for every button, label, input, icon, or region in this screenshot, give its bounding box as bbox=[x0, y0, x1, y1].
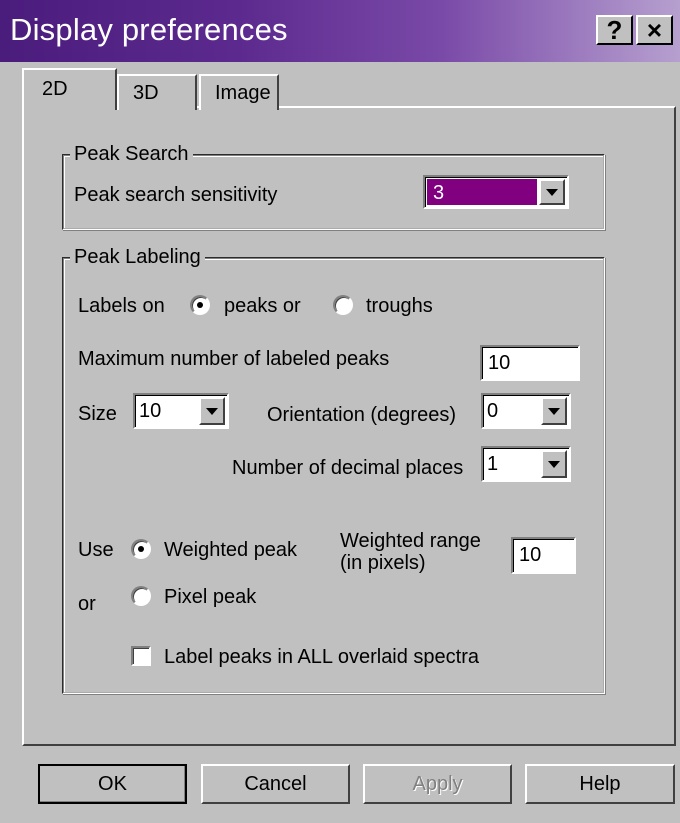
peak-search-sensitivity-select[interactable]: 3 bbox=[423, 175, 569, 209]
size-label: Size bbox=[78, 403, 117, 425]
use-label: Use bbox=[78, 539, 114, 561]
decimal-places-value: 1 bbox=[487, 453, 499, 475]
troughs-radio-label[interactable]: troughs bbox=[366, 294, 433, 318]
peak-search-legend: Peak Search bbox=[70, 143, 193, 165]
help-dialog-button[interactable]: Help bbox=[525, 764, 675, 804]
apply-button[interactable]: Apply bbox=[363, 764, 512, 804]
max-labeled-input[interactable]: 10 bbox=[480, 345, 580, 381]
pixel-peak-label[interactable]: Pixel peak bbox=[164, 585, 256, 609]
tab-2d[interactable]: 2D bbox=[22, 68, 117, 110]
max-labeled-label: Maximum number of labeled peaks bbox=[78, 348, 390, 370]
label-overlaid-checkbox[interactable] bbox=[131, 646, 151, 666]
ok-button[interactable]: OK bbox=[38, 764, 187, 804]
tab-image[interactable]: Image bbox=[199, 74, 279, 110]
weighted-peak-radio[interactable] bbox=[131, 539, 151, 559]
or-label: or bbox=[78, 593, 96, 615]
peaks-radio-label[interactable]: peaks or bbox=[224, 294, 301, 318]
help-button[interactable]: ? bbox=[596, 15, 633, 45]
chevron-down-icon[interactable] bbox=[541, 450, 567, 478]
troughs-radio[interactable] bbox=[333, 295, 353, 315]
pixel-peak-radio[interactable] bbox=[131, 586, 151, 606]
close-button[interactable]: × bbox=[636, 15, 673, 45]
weighted-peak-label[interactable]: Weighted peak bbox=[164, 538, 297, 562]
chevron-down-icon[interactable] bbox=[539, 179, 565, 205]
orientation-value: 0 bbox=[487, 400, 499, 422]
weighted-range-unit-label: (in pixels) bbox=[340, 552, 426, 574]
decimal-places-label: Number of decimal places bbox=[232, 457, 464, 479]
peak-search-sensitivity-label: Peak search sensitivity bbox=[74, 184, 278, 206]
label-overlaid-label[interactable]: Label peaks in ALL overlaid spectra bbox=[164, 645, 479, 669]
cancel-button[interactable]: Cancel bbox=[201, 764, 350, 804]
peak-labeling-legend: Peak Labeling bbox=[70, 246, 205, 268]
tab-3d[interactable]: 3D bbox=[117, 74, 197, 110]
weighted-range-label: Weighted range bbox=[340, 530, 481, 552]
labels-on-label: Labels on bbox=[78, 295, 165, 317]
orientation-label: Orientation (degrees) bbox=[267, 404, 456, 426]
decimal-places-select[interactable]: 1 bbox=[481, 446, 571, 482]
size-value: 10 bbox=[139, 400, 162, 422]
sensitivity-value: 3 bbox=[433, 182, 445, 204]
chevron-down-icon[interactable] bbox=[199, 397, 225, 425]
size-select[interactable]: 10 bbox=[133, 393, 229, 429]
window-title: Display preferences bbox=[10, 12, 288, 47]
orientation-select[interactable]: 0 bbox=[481, 393, 571, 429]
chevron-down-icon[interactable] bbox=[541, 397, 567, 425]
weighted-range-input[interactable]: 10 bbox=[511, 537, 576, 574]
peaks-radio[interactable] bbox=[190, 295, 210, 315]
